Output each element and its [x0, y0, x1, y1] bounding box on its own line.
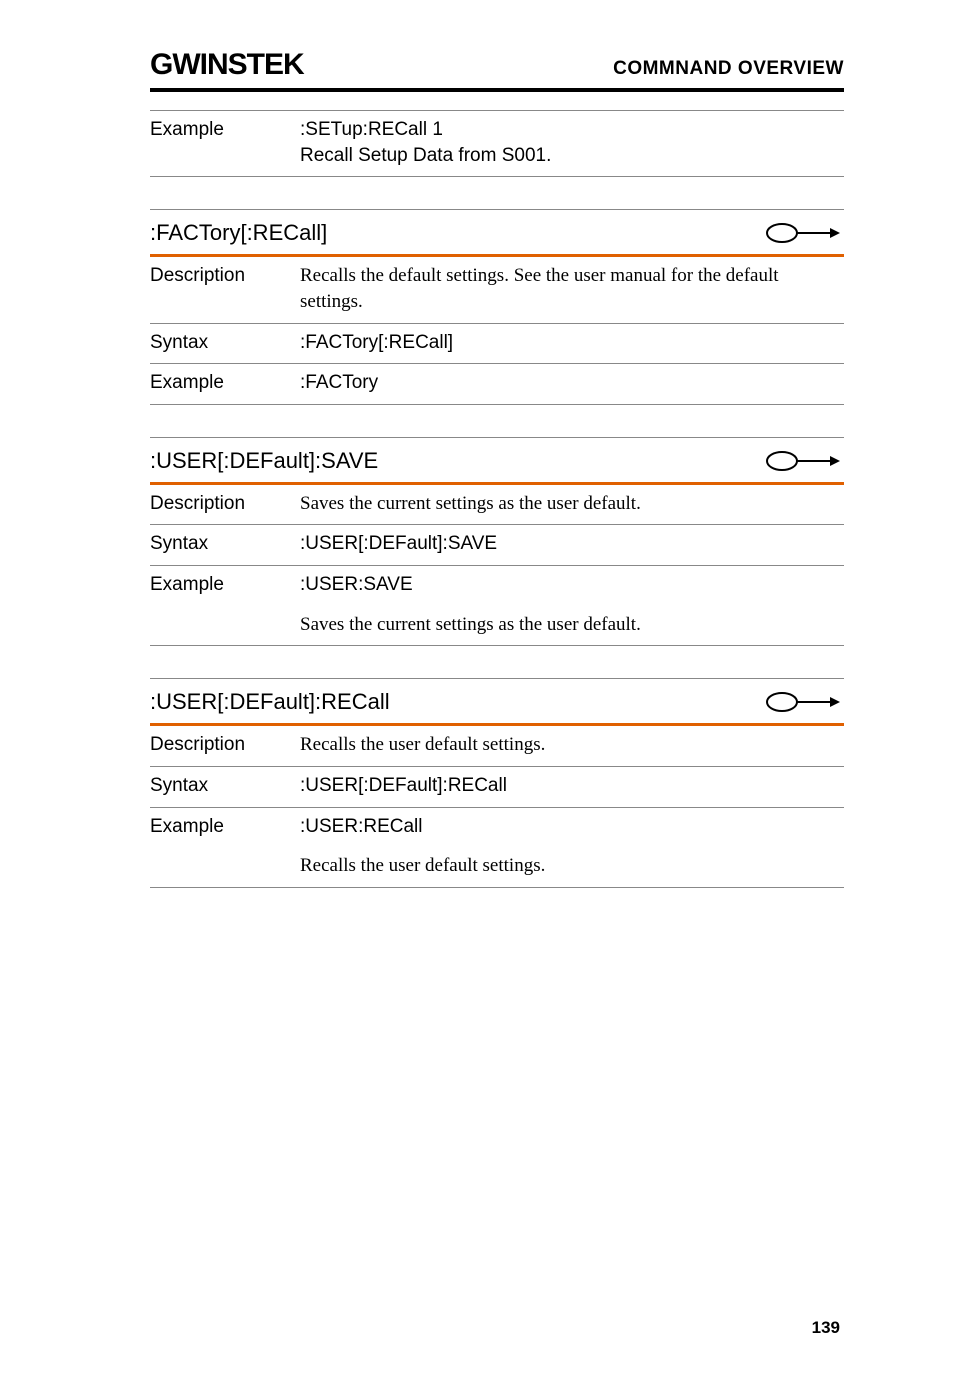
command-section: :USER[:DEFault]:RECallDescriptionRecalls…: [150, 678, 844, 888]
row-label: Example: [150, 572, 300, 598]
row-value: :USER[:DEFault]:SAVE: [300, 531, 844, 557]
row-label: Syntax: [150, 330, 300, 356]
row-label: Example: [150, 370, 300, 396]
example-row: Example :SETup:RECall 1 Recall Setup Dat…: [150, 111, 844, 177]
command-title: :USER[:DEFault]:SAVE: [150, 448, 378, 474]
row-label: Syntax: [150, 531, 300, 557]
row-value: Saves the current settings as the user d…: [300, 612, 844, 638]
command-section: :FACTory[:RECall]DescriptionRecalls the …: [150, 209, 844, 405]
example-desc: Recall Setup Data from S001.: [300, 145, 551, 166]
row-value: Recalls the user default settings.: [300, 732, 844, 758]
command-title: :FACTory[:RECall]: [150, 220, 327, 246]
section-header: COMMNAND OVERVIEW: [613, 58, 844, 80]
row-value: Recalls the default settings. See the us…: [300, 263, 844, 314]
top-example-block: Example :SETup:RECall 1 Recall Setup Dat…: [150, 110, 844, 177]
row-value-text: :USER:SAVE: [300, 574, 413, 595]
brand-logo: GWINSTEK: [150, 48, 304, 82]
data-row: Example:USER:SAVE: [150, 566, 844, 606]
page-number: 139: [150, 1318, 844, 1338]
section-title-row: :USER[:DEFault]:SAVE: [150, 437, 844, 485]
row-value-text: :USER[:DEFault]:SAVE: [300, 533, 497, 554]
example-code: :SETup:RECall 1: [300, 119, 443, 140]
row-value: Recalls the user default settings.: [300, 853, 844, 879]
command-section: :USER[:DEFault]:SAVEDescriptionSaves the…: [150, 437, 844, 647]
data-row: DescriptionRecalls the default settings.…: [150, 257, 844, 323]
sections-container: :FACTory[:RECall]DescriptionRecalls the …: [150, 209, 844, 888]
data-row: Syntax:FACTory[:RECall]: [150, 324, 844, 365]
page-header: GWINSTEK COMMNAND OVERVIEW: [150, 48, 844, 92]
row-label: [150, 853, 300, 879]
row-value-text: :FACTory: [300, 372, 378, 393]
row-label: Description: [150, 732, 300, 758]
set-arrow-icon: [764, 689, 844, 715]
data-row: Recalls the user default settings.: [150, 847, 844, 888]
section-title-row: :FACTory[:RECall]: [150, 209, 844, 257]
set-arrow-icon: [764, 220, 844, 246]
command-title: :USER[:DEFault]:RECall: [150, 689, 390, 715]
row-label: Example: [150, 814, 300, 840]
row-value: :FACTory[:RECall]: [300, 330, 844, 356]
data-row: DescriptionSaves the current settings as…: [150, 485, 844, 526]
section-title-row: :USER[:DEFault]:RECall: [150, 678, 844, 726]
row-value-text: :USER:RECall: [300, 816, 422, 837]
data-row: Syntax:USER[:DEFault]:RECall: [150, 767, 844, 808]
data-row: Example:USER:RECall: [150, 808, 844, 848]
row-value: :FACTory: [300, 370, 844, 396]
page-content: GWINSTEK COMMNAND OVERVIEW Example :SETu…: [0, 0, 954, 1386]
set-arrow-icon: [764, 448, 844, 474]
row-label: Description: [150, 491, 300, 517]
row-label: Example: [150, 117, 300, 168]
data-row: DescriptionRecalls the user default sett…: [150, 726, 844, 767]
row-label: Description: [150, 263, 300, 314]
row-value-text: :FACTory[:RECall]: [300, 332, 453, 353]
data-row: Saves the current settings as the user d…: [150, 606, 844, 647]
data-row: Syntax:USER[:DEFault]:SAVE: [150, 525, 844, 566]
row-value: :USER[:DEFault]:RECall: [300, 773, 844, 799]
row-label: Syntax: [150, 773, 300, 799]
row-label: [150, 612, 300, 638]
data-row: Example:FACTory: [150, 364, 844, 405]
row-value: Saves the current settings as the user d…: [300, 491, 844, 517]
row-value: :USER:RECall: [300, 814, 844, 840]
row-value-text: :USER[:DEFault]:RECall: [300, 775, 507, 796]
row-value: :SETup:RECall 1 Recall Setup Data from S…: [300, 117, 844, 168]
row-value: :USER:SAVE: [300, 572, 844, 598]
